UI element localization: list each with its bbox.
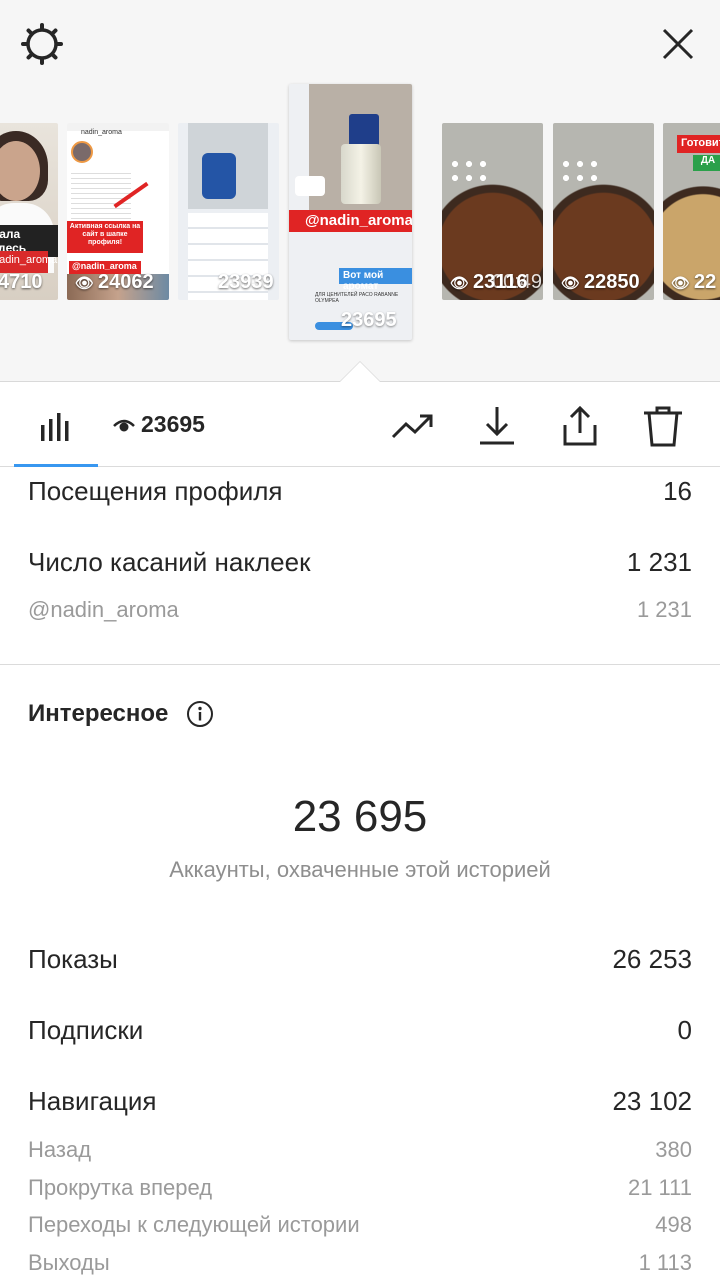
forward-value: 21 111: [627, 1175, 692, 1200]
next-story-label: Переходы к следующей истории: [28, 1212, 360, 1237]
follows-value: 0: [677, 1015, 692, 1045]
impressions-row: Показы 26 253: [28, 944, 692, 975]
story-fine-print: ДЛЯ ЦЕНИТЕЛЕЙ PACO RABANNE OLYMPEA: [315, 292, 399, 304]
stories-strip: вала здесь nadin_aroma 4710 nadin_aroma …: [0, 0, 720, 382]
reach-count: 23 695: [292, 792, 428, 841]
story-label: nadin_aroma: [0, 251, 57, 273]
story-label: Готовите: [677, 135, 720, 153]
forward-label: Прокрутка вперед: [28, 1175, 213, 1200]
exits-label: Выходы: [28, 1250, 110, 1275]
story-view-count: 👁 22850: [561, 271, 640, 293]
eye-icon: 👁: [671, 275, 691, 292]
info-icon[interactable]: [186, 700, 214, 728]
story-thumbnail-selected[interactable]: @nadin_aroma Вот мой аромат ДЛЯ ЦЕНИТЕЛЕ…: [289, 84, 412, 340]
profile-visits-value: 16: [663, 476, 692, 506]
sticker-taps-value: 1 231: [626, 547, 692, 577]
follows-label: Подписки: [28, 1015, 144, 1045]
navigation-value: 23 102: [612, 1086, 692, 1116]
story-thumbnail[interactable]: 00:49 👁 23116: [442, 123, 543, 300]
forward-row: Прокрутка вперед 21 111: [28, 1175, 692, 1201]
story-image: [349, 114, 379, 148]
eye-icon: [113, 419, 135, 431]
discovery-section-title: Интересное: [28, 700, 214, 728]
next-story-row: Переходы к следующей истории 498: [28, 1212, 692, 1238]
story-view-count: 4710: [0, 271, 43, 293]
follows-row: Подписки 0: [28, 1015, 692, 1046]
sticker-taps-row: Число касаний наклеек 1 231: [28, 547, 692, 578]
sticker-name: @nadin_aroma: [28, 597, 179, 622]
stats-toolbar: 23695: [0, 383, 720, 467]
story-image: [448, 157, 488, 185]
sticker-value: 1 231: [636, 597, 692, 622]
eye-icon: 👁: [561, 275, 581, 292]
exits-row: Выходы 1 113: [28, 1250, 692, 1276]
section-divider: [0, 664, 720, 665]
back-label: Назад: [28, 1137, 92, 1162]
viewers-tab[interactable]: 23695: [113, 411, 205, 438]
story-image: [341, 144, 381, 204]
story-text-lines: [71, 169, 131, 219]
gear-icon[interactable]: [20, 22, 64, 66]
trending-icon[interactable]: [390, 403, 436, 449]
story-image: [202, 153, 236, 199]
views-count: 23695: [141, 411, 205, 437]
story-username: nadin_aroma: [81, 129, 122, 136]
back-row: Назад 380: [28, 1137, 692, 1163]
story-image: [559, 157, 599, 185]
active-tab-indicator: [14, 464, 98, 467]
story-caption: Активная ссылка на сайт в шапке профиля!: [67, 221, 143, 253]
share-icon[interactable]: [557, 403, 603, 449]
selection-caret: [340, 362, 380, 382]
profile-visits-label: Посещения профиля: [28, 476, 283, 506]
story-view-count: 👁 22: [671, 271, 717, 293]
story-view-count: 23939: [218, 271, 274, 293]
avatar: [71, 141, 93, 163]
story-thumbnail[interactable]: Готовите ДА 👁22: [663, 123, 720, 300]
eye-icon: 👁: [75, 275, 95, 292]
discovery-title: Интересное: [28, 700, 169, 727]
next-story-value: 498: [655, 1212, 692, 1237]
story-thumbnail[interactable]: вала здесь nadin_aroma 4710: [0, 123, 58, 300]
trash-icon[interactable]: [640, 403, 686, 449]
eye-icon: 👁: [450, 275, 470, 292]
story-thumbnail[interactable]: 👁 22850: [553, 123, 654, 300]
close-icon[interactable]: [656, 22, 700, 66]
story-caption: Вот мой аромат: [339, 268, 412, 292]
insights-bars-icon[interactable]: [40, 411, 72, 441]
story-thumbnail[interactable]: nadin_aroma Активная ссылка на сайт в ша…: [67, 123, 169, 300]
story-label: ДА: [693, 155, 720, 171]
navigation-row: Навигация 23 102: [28, 1086, 692, 1117]
download-icon[interactable]: [474, 403, 520, 449]
story-label: @nadin_aroma: [289, 210, 412, 232]
cat-sticker: [295, 176, 325, 196]
story-view-count: 23695: [341, 309, 397, 331]
story-view-count: 👁 23116: [450, 271, 528, 293]
reach-caption: Аккаунты, охваченные этой историей: [169, 857, 551, 882]
story-thumbnail[interactable]: 23939: [178, 123, 279, 300]
navigation-label: Навигация: [28, 1086, 157, 1116]
sticker-taps-label: Число касаний наклеек: [28, 547, 311, 577]
back-value: 380: [655, 1137, 692, 1162]
sticker-row[interactable]: @nadin_aroma 1 231: [28, 597, 692, 623]
impressions-label: Показы: [28, 944, 118, 974]
exits-value: 1 113: [638, 1250, 692, 1275]
profile-visits-row: Посещения профиля 16: [28, 476, 692, 507]
story-view-count: 👁 24062: [75, 271, 154, 293]
impressions-value: 26 253: [612, 944, 692, 974]
